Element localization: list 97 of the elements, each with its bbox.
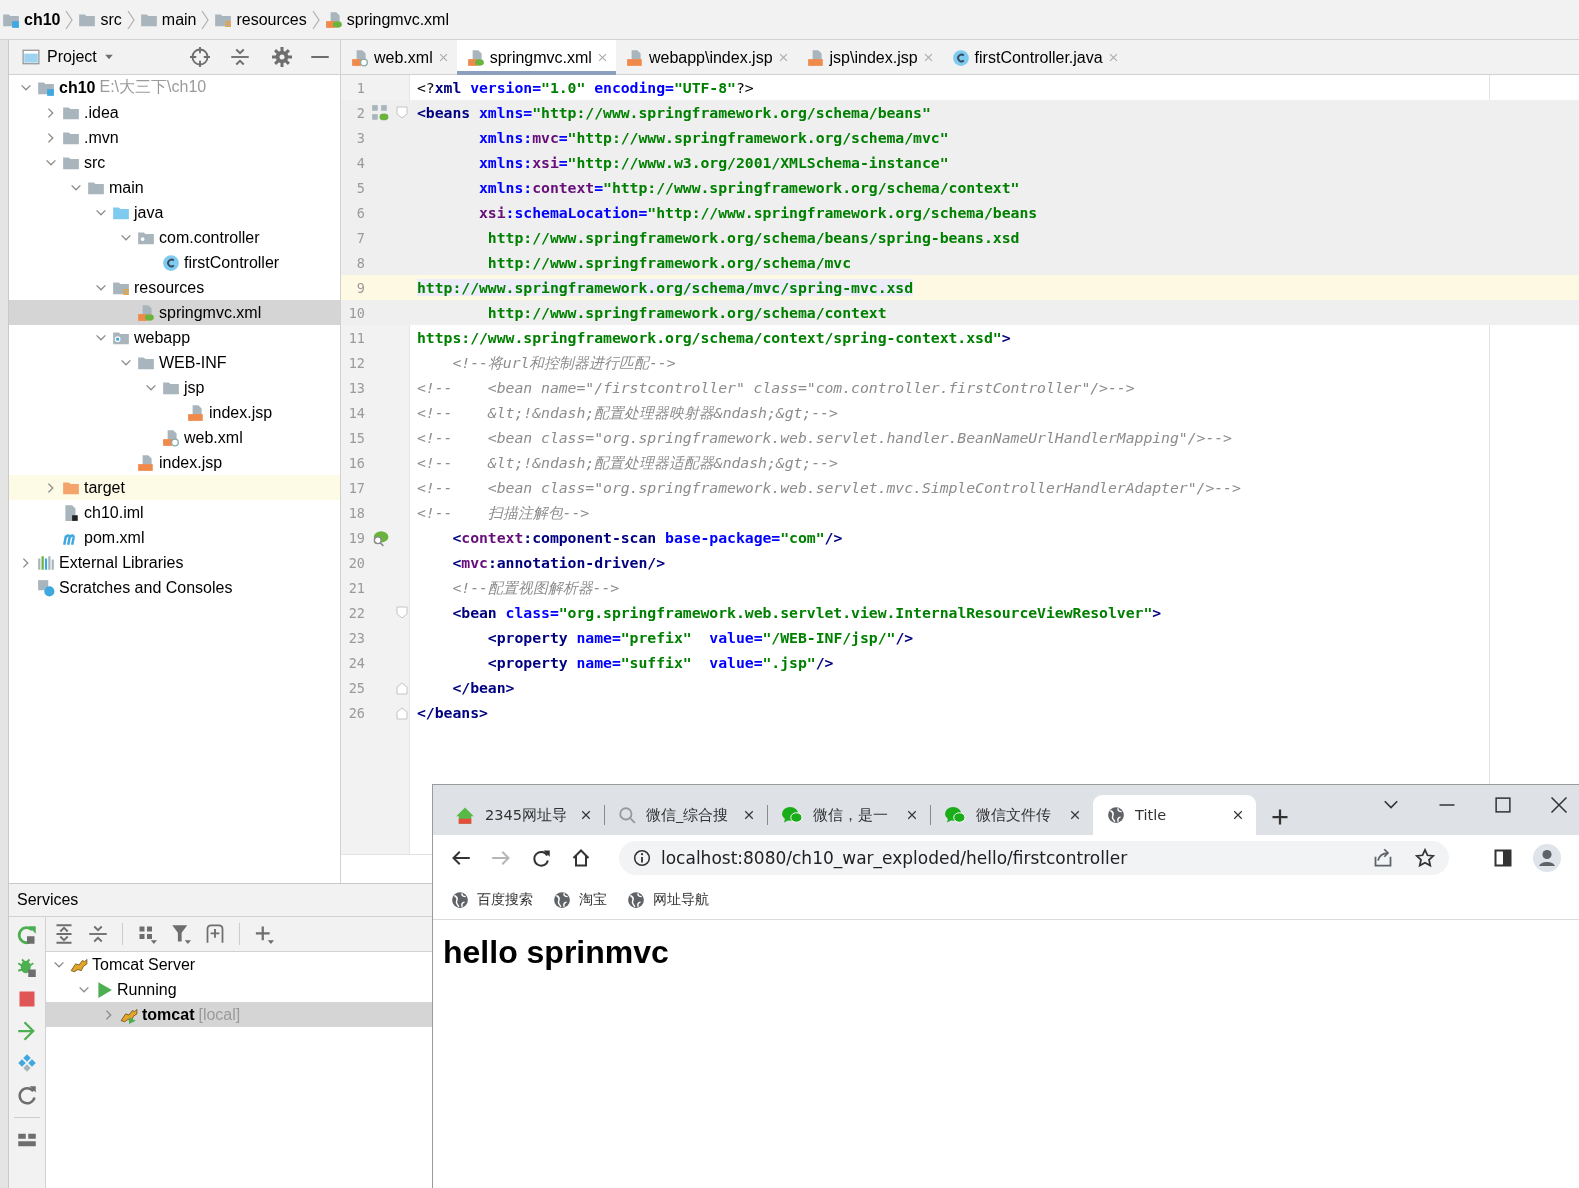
line-number: 7 [355, 229, 365, 246]
code-line: <property name="prefix" value="/WEB-INF/jsp/"/> [486, 628, 914, 648]
tree-item[interactable]: External Libraries [9, 550, 340, 575]
code-line: <!-- &lt;!&ndash;配置处理器适配器&ndash;&gt;--> [417, 453, 838, 473]
browser-tab[interactable]: Title [1093, 795, 1256, 835]
tree-item[interactable]: web.xml [9, 425, 340, 450]
tree-item[interactable]: ch10 E:\大三下\ch10 [9, 75, 340, 100]
tree-item[interactable]: java [9, 200, 340, 225]
code-line: </beans> [417, 703, 488, 723]
tree-item[interactable]: index.jsp [9, 400, 340, 425]
bookmark[interactable]: 淘宝 [553, 891, 607, 909]
line-number: 22 [347, 604, 365, 621]
code-line: xsi:schemaLocation="http://www.springframework.org/schema/beans [478, 203, 1038, 223]
tree-item[interactable]: tomcat [local] [46, 1002, 432, 1027]
line-number: 10 [347, 304, 365, 321]
line-number: 17 [347, 479, 365, 496]
code-line: <!-- <bean name="/firstcontroller" class="com.controller.firstController"/>--> [417, 378, 1135, 398]
tree-item[interactable]: index.jsp [9, 450, 340, 475]
view-selector[interactable]: Project [21, 48, 115, 66]
tree-item[interactable]: firstController [9, 250, 340, 275]
line-number: 15 [347, 429, 365, 446]
tree-item[interactable]: springmvc.xml [9, 300, 340, 325]
tree-item[interactable]: src [9, 150, 340, 175]
editor-tab[interactable]: jsp\index.jsp [796, 40, 942, 75]
line-number: 26 [347, 704, 365, 721]
code-line: http://www.springframework.org/schema/context [486, 303, 887, 323]
page-heading: hello sprinmvc [443, 934, 669, 971]
code-line: </bean> [451, 678, 515, 698]
line-number: 12 [347, 354, 365, 371]
code-line: <context:component-scan base-package="com"/> [451, 528, 843, 548]
tree-item[interactable]: Scratches and Consoles [9, 575, 340, 600]
code-line: <mvc:annotation-driven/> [451, 553, 666, 573]
address-bar[interactable]: localhost:8080/ch10_war_exploded/hello/firstcontroller [619, 841, 1449, 875]
tree-item[interactable]: .mvn [9, 125, 340, 150]
code-line: http://www.springframework.org/schema/beans/spring-beans.xsd [486, 228, 1020, 248]
line-number: 1 [355, 79, 365, 96]
line-number: 20 [347, 554, 365, 571]
line-number: 14 [347, 404, 365, 421]
breadcrumb-item[interactable]: resources [236, 10, 307, 29]
tree-item[interactable]: webapp [9, 325, 340, 350]
code-line: <!-- 扫描注解包--> [417, 503, 590, 523]
tree-item[interactable]: com.controller [9, 225, 340, 250]
bookmark[interactable]: 百度搜索 [451, 891, 533, 909]
browser-tab[interactable]: 微信_综合搜 [604, 795, 767, 835]
tree-item[interactable]: pom.xml [9, 525, 340, 550]
code-line: <!-- <bean class="org.springframework.web.servlet.handler.BeanNameUrlHandlerMapping"/>--> [417, 428, 1232, 448]
code-line: <!--配置视图解析器--> [451, 578, 620, 598]
line-number: 8 [355, 254, 365, 271]
tree-item[interactable]: target [9, 475, 340, 500]
line-number: 9 [355, 279, 365, 296]
code-line: <bean class="org.springframework.web.servlet.view.InternalResourceViewResolver"> [451, 603, 1162, 623]
code-line: xmlns:mvc="http://www.springframework.org/schema/mvc" [478, 128, 949, 148]
code-line: <!-- &lt;!&ndash;配置处理器映射器&ndash;&gt;--> [417, 403, 838, 423]
editor-tab[interactable]: firstController.java [941, 40, 1127, 75]
code-line: <property name="suffix" value=".jsp"/> [486, 653, 834, 673]
code-line: <!-- <bean class="org.springframework.web.servlet.mvc.SimpleControllerHandlerAdapter"/>--> [417, 478, 1241, 498]
code-line: xmlns:xsi="http://www.w3.org/2001/XMLSchema-instance" [478, 153, 949, 173]
tree-item[interactable]: .idea [9, 100, 340, 125]
tree-item[interactable]: ch10.iml [9, 500, 340, 525]
line-number: 23 [347, 629, 365, 646]
line-number: 21 [347, 579, 365, 596]
line-number: 24 [347, 654, 365, 671]
editor-tab[interactable]: webapp\index.jsp [615, 40, 797, 75]
code-line: <beans xmlns="http://www.springframework.org/schema/beans" [417, 103, 931, 123]
line-number: 19 [347, 529, 365, 546]
code-line: xmlns:context="http://www.springframework.org/schema/context" [478, 178, 1020, 198]
tree-item[interactable]: WEB-INF [9, 350, 340, 375]
line-number: 11 [347, 329, 365, 346]
breadcrumb-item[interactable]: ch10 [24, 10, 61, 29]
tree-item[interactable]: main [9, 175, 340, 200]
browser-tab[interactable]: 微信，是一 [767, 795, 930, 835]
line-number: 18 [347, 504, 365, 521]
panel-title: Services [17, 891, 79, 909]
line-number: 16 [347, 454, 365, 471]
code-line: <!--将url和控制器进行匹配--> [451, 353, 676, 373]
editor-tab[interactable]: web.xml [341, 40, 457, 75]
code-line: <?xml version="1.0" encoding="UTF-8"?> [417, 78, 754, 98]
browser-tab[interactable]: 微信文件传 [930, 795, 1093, 835]
line-number: 13 [347, 379, 365, 396]
line-number: 3 [355, 129, 365, 146]
code-line: https://www.springframework.org/schema/context/spring-context.xsd"> [417, 328, 1011, 348]
line-number: 6 [355, 204, 365, 221]
code-line: http://www.springframework.org/schema/mvc [486, 253, 852, 273]
line-number: 25 [347, 679, 365, 696]
breadcrumb-item[interactable]: main [161, 10, 197, 29]
line-number: 4 [355, 154, 365, 171]
browser-tab[interactable]: 2345网址导 [441, 795, 604, 835]
tree-item[interactable]: jsp [9, 375, 340, 400]
tree-item[interactable]: resources [9, 275, 340, 300]
breadcrumb-item[interactable]: springmvc.xml [346, 10, 449, 29]
line-number: 2 [355, 104, 365, 121]
breadcrumb-item[interactable]: src [100, 10, 122, 29]
tree-item[interactable]: Running [46, 977, 432, 1002]
editor-tab[interactable]: springmvc.xml [456, 40, 616, 75]
line-number: 5 [355, 179, 365, 196]
tree-item[interactable]: Tomcat Server [46, 952, 432, 977]
bookmark[interactable]: 网址导航 [627, 891, 709, 909]
